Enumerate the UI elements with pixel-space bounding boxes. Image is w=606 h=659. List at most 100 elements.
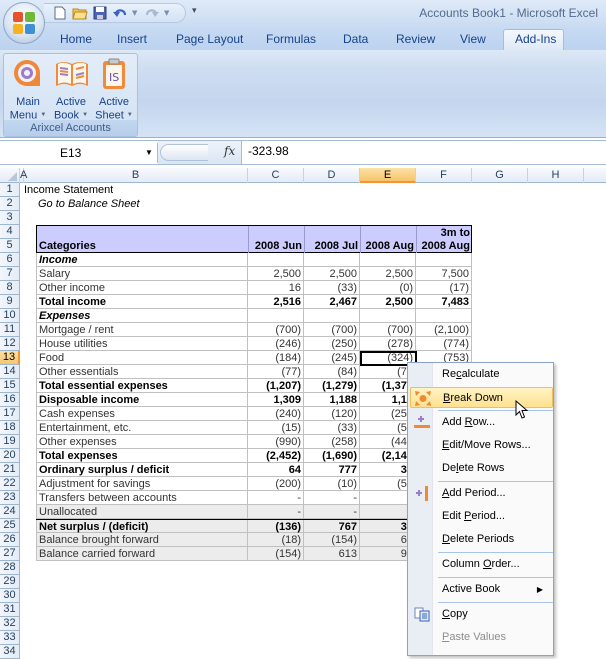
row-header-5[interactable]: 5 (0, 239, 20, 253)
row-header-10[interactable]: 10 (0, 309, 20, 323)
tab-data[interactable]: Data (343, 32, 368, 46)
row-header-32[interactable]: 32 (0, 617, 20, 631)
row-label[interactable]: Total expenses (36, 449, 248, 463)
row-label[interactable]: Other essentials (36, 365, 248, 379)
column-header-c[interactable]: C (248, 168, 304, 183)
menu-item-copy[interactable]: Copy (410, 604, 553, 625)
row-label[interactable]: Balance carried forward (36, 547, 248, 561)
cell-d[interactable]: - (304, 491, 360, 505)
cell-f[interactable]: (17) (416, 281, 472, 295)
cell-c[interactable]: 2,516 (248, 295, 304, 309)
cell-d[interactable]: 1,188 (304, 393, 360, 407)
cell-c[interactable]: (184) (248, 351, 304, 365)
row-header-12[interactable]: 12 (0, 337, 20, 351)
active-sheet-button[interactable]: IS Active Sheet ▼ (93, 58, 135, 122)
row-label[interactable]: Food (36, 351, 248, 365)
cell-d[interactable]: (10) (304, 477, 360, 491)
tab-view[interactable]: View (460, 32, 486, 46)
cell-c[interactable]: 2,500 (248, 267, 304, 281)
cell-f[interactable]: 7,500 (416, 267, 472, 281)
tab-add-ins[interactable]: Add-Ins (515, 32, 556, 46)
row-label[interactable]: Salary (36, 267, 248, 281)
row-label[interactable]: Other expenses (36, 435, 248, 449)
cell-c[interactable]: (154) (248, 547, 304, 561)
row-label[interactable]: Income (36, 253, 248, 267)
cell-e[interactable] (360, 253, 416, 267)
tab-review[interactable]: Review (396, 32, 435, 46)
cell-d[interactable]: - (304, 505, 360, 519)
cell-e[interactable] (360, 309, 416, 323)
row-header-21[interactable]: 21 (0, 463, 20, 477)
row-label[interactable]: Mortgage / rent (36, 323, 248, 337)
row-label[interactable]: Total income (36, 295, 248, 309)
formula-bar-handle[interactable] (160, 144, 208, 161)
row-header-6[interactable]: 6 (0, 253, 20, 267)
row-label[interactable]: Transfers between accounts (36, 491, 248, 505)
undo-icon[interactable] (112, 5, 128, 21)
row-header-27[interactable]: 27 (0, 547, 20, 561)
tab-page-layout[interactable]: Page Layout (176, 32, 243, 46)
cell-d[interactable]: (33) (304, 281, 360, 295)
row-header-25[interactable]: 25 (0, 519, 20, 533)
row-label[interactable]: Total essential expenses (36, 379, 248, 393)
cell-c[interactable]: (1,207) (248, 379, 304, 393)
column-header-d[interactable]: D (304, 168, 360, 183)
cell-d[interactable]: (700) (304, 323, 360, 337)
cell-d[interactable]: (258) (304, 435, 360, 449)
row-header-34[interactable]: 34 (0, 645, 20, 659)
cell-c[interactable]: (18) (248, 533, 304, 547)
row-label[interactable]: Net surplus / (deficit) (36, 520, 248, 534)
row-label[interactable]: Expenses (36, 309, 248, 323)
cell-d[interactable]: 613 (304, 547, 360, 561)
row-header-7[interactable]: 7 (0, 267, 20, 281)
row-label[interactable]: Unallocated (36, 505, 248, 519)
row-header-30[interactable]: 30 (0, 589, 20, 603)
cell-f[interactable]: (774) (416, 337, 472, 351)
menu-item-active-book[interactable]: Active Book ▶ (410, 579, 553, 600)
menu-item-recalculate[interactable]: Recalculate (410, 364, 553, 385)
cell-c[interactable]: (2,452) (248, 449, 304, 463)
insert-function-icon[interactable]: fx (224, 144, 235, 158)
row-header-23[interactable]: 23 (0, 491, 20, 505)
row-header-20[interactable]: 20 (0, 449, 20, 463)
cell-f[interactable]: 7,483 (416, 295, 472, 309)
row-header-8[interactable]: 8 (0, 281, 20, 295)
column-header-b[interactable]: B (24, 168, 248, 183)
main-menu-button[interactable]: Main Menu ▼ (7, 58, 49, 122)
row-header-26[interactable]: 26 (0, 533, 20, 547)
row-header-29[interactable]: 29 (0, 575, 20, 589)
cell-c[interactable]: (136) (248, 520, 304, 534)
row-header-28[interactable]: 28 (0, 561, 20, 575)
cell-f[interactable] (416, 309, 472, 323)
balance-sheet-link[interactable]: Go to Balance Sheet (38, 197, 140, 211)
cell-c[interactable] (248, 253, 304, 267)
row-label[interactable]: Cash expenses (36, 407, 248, 421)
menu-item-add-period[interactable]: Add Period... (410, 483, 553, 504)
cell-c[interactable]: (15) (248, 421, 304, 435)
row-label[interactable]: Adjustment for savings (36, 477, 248, 491)
cell-e[interactable]: 2,500 (360, 295, 416, 309)
cell-c[interactable]: 16 (248, 281, 304, 295)
row-header-22[interactable]: 22 (0, 477, 20, 491)
row-header-2[interactable]: 2 (0, 197, 20, 211)
cell-d[interactable]: 2,500 (304, 267, 360, 281)
menu-item-add-row[interactable]: Add Row... (410, 412, 553, 433)
cell-f[interactable]: (2,100) (416, 323, 472, 337)
cell-d[interactable]: (1,690) (304, 449, 360, 463)
cell-d[interactable]: (120) (304, 407, 360, 421)
cell-c[interactable]: (990) (248, 435, 304, 449)
row-header-15[interactable]: 15 (0, 379, 20, 393)
cell-c[interactable]: (200) (248, 477, 304, 491)
menu-item-break-down[interactable]: Break Down (410, 387, 553, 408)
cell-d[interactable] (304, 253, 360, 267)
menu-item-delete-rows[interactable]: Delete Rows (410, 458, 553, 479)
cell-c[interactable]: - (248, 491, 304, 505)
menu-item-edit-move-rows[interactable]: Edit/Move Rows... (410, 435, 553, 456)
cell-c[interactable]: (77) (248, 365, 304, 379)
row-header-17[interactable]: 17 (0, 407, 20, 421)
customize-qat-icon[interactable]: ▾ (192, 6, 197, 16)
formula-input[interactable]: -323.98 (248, 144, 289, 158)
column-header-f[interactable]: F (416, 168, 472, 183)
cell-d[interactable]: 777 (304, 463, 360, 477)
menu-item-column-order[interactable]: Column Order... (410, 554, 553, 575)
